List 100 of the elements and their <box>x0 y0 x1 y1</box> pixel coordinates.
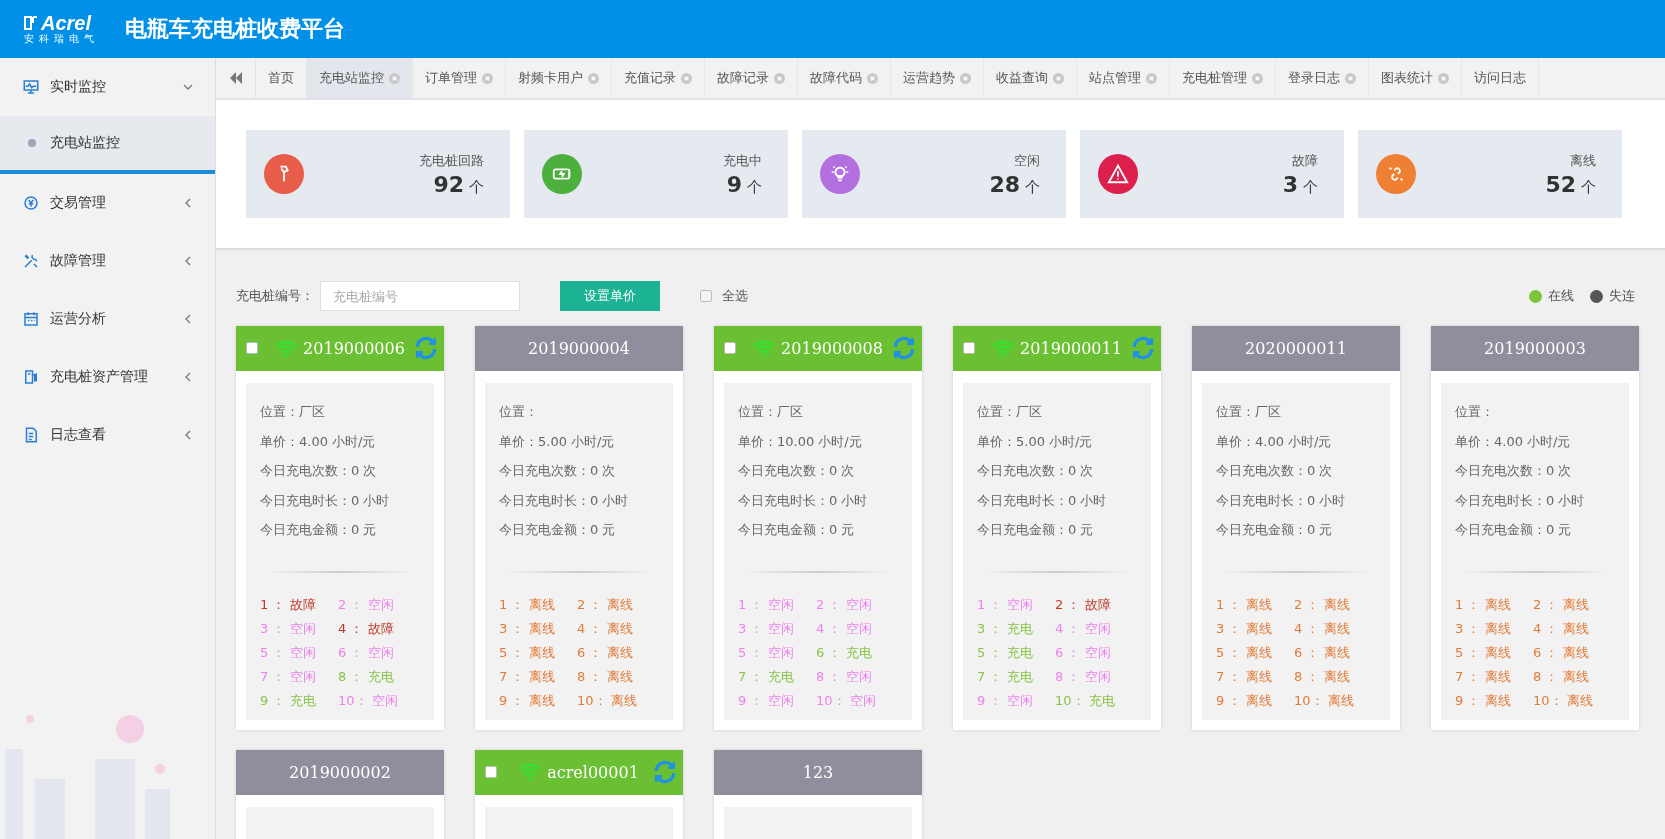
info-line: 今日充电次数：0 次 <box>499 462 617 480</box>
refresh-icon[interactable] <box>1130 335 1156 361</box>
field-label: 充电桩编号： <box>236 287 314 305</box>
port-status: 9 ： 空闲 <box>977 691 1034 710</box>
close-icon[interactable] <box>960 72 971 84</box>
info-line: 单价：5.00 小时/元 <box>977 432 1094 451</box>
port-status: 1 ： 离线 <box>1455 595 1512 614</box>
chevron-down-icon <box>183 82 193 92</box>
card-checkbox[interactable] <box>246 342 258 354</box>
stat-unit: 个 <box>1303 177 1318 197</box>
info-line: 今日充电时长：0 小时 <box>499 491 630 510</box>
refresh-icon[interactable] <box>413 335 439 361</box>
refresh-icon[interactable] <box>652 758 678 785</box>
wifi-icon <box>753 339 776 358</box>
app-title: 电瓶车充电桩收费平台 <box>125 15 345 43</box>
double-arrow-left-icon <box>228 72 243 84</box>
sidebar-item[interactable]: 交易管理 <box>0 174 215 232</box>
info-line: 今日充电金额：0 元 <box>499 521 617 539</box>
close-icon[interactable] <box>588 72 599 84</box>
port-status: 10： 离线 <box>1294 691 1355 710</box>
info-line: 今日充电金额：0 元 <box>1216 521 1334 539</box>
logo-mark-icon <box>24 15 38 31</box>
wifi-icon <box>275 339 298 358</box>
port-status: 4 ： 离线 <box>577 619 634 638</box>
wifi-icon <box>992 339 1015 358</box>
logo-subtext: 安科瑞电气 <box>24 33 99 45</box>
info-line: 今日充电时长：0 小时 <box>1455 491 1586 510</box>
monitor-icon <box>22 78 40 96</box>
info-line: 今日充电次数：0 次 <box>260 462 378 480</box>
charger-id: 2019000003 <box>1484 339 1586 358</box>
port-status: 5 ： 空闲 <box>738 643 795 662</box>
port-status: 7 ： 充电 <box>977 667 1034 686</box>
port-status: 6 ： 充电 <box>816 643 873 662</box>
close-icon[interactable] <box>774 72 785 84</box>
legend-label: 失连 <box>1609 287 1635 305</box>
port-status: 7 ： 离线 <box>1455 667 1512 686</box>
info-line: 今日充电时长：0 小时 <box>977 491 1108 510</box>
select-all-checkbox[interactable]: 全选 <box>700 287 748 305</box>
sidebar-item[interactable]: 实时监控 <box>0 58 215 116</box>
sidebar-item[interactable]: 故障管理 <box>0 232 215 290</box>
charger-id: 2019000002 <box>289 762 391 782</box>
port-status: 9 ： 空闲 <box>738 691 795 710</box>
close-icon[interactable] <box>1146 72 1157 84</box>
port-status: 4 ： 故障 <box>338 619 395 638</box>
stat-label: 故障 <box>1292 151 1318 170</box>
info-line: 位置：厂区 <box>977 403 1043 421</box>
sidebar-item[interactable]: 运营分析 <box>0 290 215 348</box>
info-line: 单价：4.00 小时/元 <box>260 432 377 451</box>
close-icon[interactable] <box>1345 72 1356 84</box>
port-status: 4 ： 空闲 <box>1055 619 1112 638</box>
port-status: 6 ： 空闲 <box>1055 643 1112 662</box>
sidebar-subitem[interactable]: 充电站监控 <box>0 116 215 174</box>
port-status: 3 ： 离线 <box>1216 619 1273 638</box>
port-status: 4 ： 离线 <box>1533 619 1590 638</box>
port-status: 1 ： 离线 <box>1216 595 1273 614</box>
close-icon[interactable] <box>482 72 493 84</box>
stat-unit: 个 <box>1581 177 1596 197</box>
logo-text: Acrel <box>41 13 92 33</box>
info-line: 今日充电金额：0 元 <box>1455 521 1573 539</box>
card-checkbox[interactable] <box>485 765 497 778</box>
chevron-left-icon <box>183 372 193 382</box>
stat-value: 3 <box>1282 171 1298 197</box>
info-line: 今日充电次数：0 次 <box>977 462 1095 480</box>
sidebar-item[interactable]: 日志查看 <box>0 406 215 464</box>
stat-unit: 个 <box>747 177 762 197</box>
port-status: 2 ： 离线 <box>577 595 634 614</box>
port-status: 5 ： 空闲 <box>260 643 317 662</box>
charger-id: 2019000008 <box>781 339 883 358</box>
info-line: 今日充电次数：0 次 <box>1216 462 1334 480</box>
close-icon[interactable] <box>867 72 878 84</box>
port-status: 2 ： 故障 <box>1055 595 1112 614</box>
info-line: 今日充电金额：0 元 <box>260 521 378 539</box>
close-icon[interactable] <box>681 72 692 84</box>
legend-label: 在线 <box>1548 287 1574 305</box>
port-status: 3 ： 空闲 <box>260 619 317 638</box>
stat-label: 离线 <box>1570 151 1596 170</box>
tab[interactable]: 充电站监控 <box>307 58 413 98</box>
card-checkbox[interactable] <box>724 342 736 354</box>
port-status: 10： 空闲 <box>338 691 399 710</box>
port-status: 8 ： 空闲 <box>1055 667 1112 686</box>
port-status: 1 ： 空闲 <box>738 595 795 614</box>
pile-number-field[interactable]: 充电桩编号 <box>320 281 520 311</box>
card-checkbox[interactable] <box>963 342 975 354</box>
charger-id: 2019000006 <box>303 339 405 358</box>
close-icon[interactable] <box>389 72 400 84</box>
close-icon[interactable] <box>1053 72 1064 84</box>
port-status: 5 ： 离线 <box>499 643 556 662</box>
info-line: 今日充电次数：0 次 <box>1455 462 1573 480</box>
refresh-icon[interactable] <box>891 335 917 361</box>
port-status: 4 ： 离线 <box>1294 619 1351 638</box>
close-icon[interactable] <box>1252 72 1263 84</box>
info-line: 今日充电时长：0 小时 <box>738 491 869 510</box>
port-status: 9 ： 离线 <box>1455 691 1512 710</box>
port-status: 1 ： 离线 <box>499 595 556 614</box>
sidebar-item[interactable]: 充电桩资产管理 <box>0 348 215 406</box>
port-status: 6 ： 空闲 <box>338 643 395 662</box>
warning-icon <box>1107 163 1129 185</box>
calendar-icon <box>22 310 40 328</box>
close-icon[interactable] <box>1438 72 1449 84</box>
port-status: 1 ： 空闲 <box>977 595 1034 614</box>
